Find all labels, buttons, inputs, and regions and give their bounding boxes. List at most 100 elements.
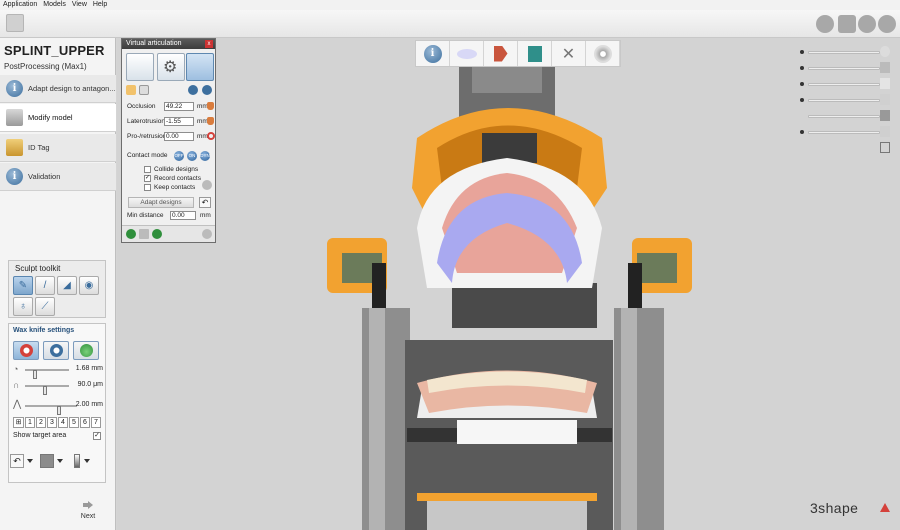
visibility-dot-icon[interactable] <box>800 82 804 86</box>
visibility-dot-icon[interactable] <box>800 130 804 134</box>
view-cube-icon[interactable] <box>838 15 856 33</box>
morph-tool-icon[interactable]: ◉ <box>79 276 99 295</box>
model-view-button[interactable] <box>518 41 552 66</box>
shape-preset-icon[interactable]: ⊞ <box>13 417 24 428</box>
transparency-icon[interactable] <box>74 454 80 468</box>
lock-icon[interactable] <box>126 85 136 95</box>
wax-knife-tool-icon[interactable]: ✎ <box>13 276 33 295</box>
opacity-track[interactable] <box>808 131 880 134</box>
view-rotate-icon[interactable] <box>858 15 876 33</box>
chevron-down-icon[interactable] <box>57 459 63 463</box>
visibility-dot-icon[interactable] <box>800 50 804 54</box>
contact-off-button[interactable]: OFF <box>174 151 184 161</box>
menu-models[interactable]: Models <box>43 0 66 10</box>
opacity-slider-4[interactable] <box>800 94 892 106</box>
chevron-down-icon[interactable] <box>27 459 33 463</box>
adapt-designs-button[interactable]: Adapt designs <box>128 197 194 208</box>
stop-icon[interactable] <box>139 229 149 239</box>
opacity-slider-3[interactable] <box>800 78 892 90</box>
visibility-dot-icon[interactable] <box>800 146 804 150</box>
contact-on-button[interactable]: ON <box>187 151 197 161</box>
settings-small-icon[interactable] <box>202 180 212 190</box>
settings-gear-button[interactable]: ⚙ <box>157 53 185 81</box>
preset-1-button[interactable]: 1 <box>25 417 35 428</box>
size-slider[interactable] <box>25 369 69 379</box>
thickness-slider[interactable] <box>25 385 69 395</box>
menu-application[interactable]: Application <box>3 0 37 10</box>
articulator-view-button[interactable] <box>126 53 154 81</box>
laterotrusion-input[interactable]: -1.55 <box>164 117 194 126</box>
preset-2-button[interactable]: 2 <box>36 417 46 428</box>
opacity-track[interactable] <box>808 83 880 86</box>
step-modify-model[interactable]: Modify model <box>0 104 116 132</box>
close-icon[interactable]: x <box>205 40 213 48</box>
dropper-tool-icon[interactable]: ⟋ <box>35 297 55 316</box>
menu-help[interactable]: Help <box>93 0 107 10</box>
panel-view-button[interactable] <box>186 53 214 81</box>
contact-dyn-button[interactable]: DYN <box>200 151 210 161</box>
add-wax-button[interactable] <box>13 341 39 360</box>
workflow-icon[interactable] <box>6 14 24 32</box>
opacity-slider-5[interactable] <box>800 110 892 122</box>
opacity-track[interactable] <box>808 115 880 118</box>
cut-tool-button[interactable]: ✕ <box>552 41 586 66</box>
disc-tool-button[interactable] <box>586 41 620 66</box>
color-swatch-icon[interactable] <box>40 454 54 468</box>
splint-view-button[interactable] <box>450 41 484 66</box>
occlusion-input[interactable]: 49.22 <box>164 102 194 111</box>
keep-contacts-checkbox[interactable] <box>144 184 151 191</box>
record-contacts-checkbox[interactable]: ✓ <box>144 175 151 182</box>
hand-icon[interactable] <box>207 117 214 125</box>
step-id-tag[interactable]: ID Tag <box>0 134 116 162</box>
step-validation[interactable]: i Validation <box>0 163 116 191</box>
info-tool-button[interactable]: i <box>416 41 450 66</box>
opacity-slider-6[interactable] <box>800 126 892 138</box>
preset-4-button[interactable]: 4 <box>58 417 68 428</box>
undo-icon[interactable]: ↶ <box>199 197 211 208</box>
preset-6-button[interactable]: 6 <box>80 417 90 428</box>
thickness-slider-thumb[interactable] <box>43 386 47 395</box>
preset-5-button[interactable]: 5 <box>69 417 79 428</box>
opacity-track[interactable] <box>808 99 880 102</box>
chevron-down-icon[interactable] <box>84 459 90 463</box>
opacity-track[interactable] <box>808 51 880 54</box>
remove-wax-button[interactable] <box>43 341 69 360</box>
min-distance-input[interactable]: 0.00 <box>170 211 196 220</box>
visibility-dot-icon[interactable] <box>800 98 804 102</box>
unlock-icon[interactable] <box>139 85 149 95</box>
smooth-tool-icon[interactable]: ◢ <box>57 276 77 295</box>
preset-7-button[interactable]: 7 <box>91 417 101 428</box>
hand-icon[interactable] <box>207 102 214 110</box>
reset-icon[interactable] <box>152 229 162 239</box>
opacity-track[interactable] <box>808 67 880 70</box>
opacity-slider-7[interactable] <box>800 142 892 154</box>
view-sphere-icon[interactable] <box>816 15 834 33</box>
arrow-step-button[interactable] <box>484 41 518 66</box>
size-slider-thumb[interactable] <box>33 370 37 379</box>
va-titlebar[interactable]: Virtual articulation x <box>122 39 215 49</box>
opacity-slider-2[interactable] <box>800 62 892 74</box>
step-adapt-design[interactable]: i Adapt design to antagon... <box>0 75 116 103</box>
right-side-icon[interactable] <box>202 85 212 95</box>
collide-designs-checkbox[interactable] <box>144 166 151 173</box>
menu-view[interactable]: View <box>72 0 87 10</box>
brush-tool-icon[interactable]: / <box>35 276 55 295</box>
preset-3-button[interactable]: 3 <box>47 417 57 428</box>
add-remove-tool-icon[interactable]: ♁ <box>13 297 33 316</box>
protrusion-input[interactable]: 0.00 <box>164 132 194 141</box>
depth-slider-thumb[interactable] <box>57 406 61 415</box>
left-side-icon[interactable] <box>188 85 198 95</box>
opacity-slider-1[interactable] <box>800 46 892 58</box>
next-button[interactable]: Next <box>76 501 100 520</box>
play-icon[interactable] <box>126 229 136 239</box>
help-icon[interactable] <box>202 229 212 239</box>
no-entry-icon[interactable] <box>207 132 215 140</box>
depth-slider[interactable] <box>25 405 77 415</box>
view-reset-icon[interactable] <box>878 15 896 33</box>
smooth-wax-button[interactable] <box>73 341 99 360</box>
undo-icon[interactable]: ↶ <box>10 454 24 468</box>
3d-viewport[interactable]: i ✕ <box>117 38 900 530</box>
show-target-checkbox[interactable]: ✓ <box>93 432 101 440</box>
visibility-dot-icon[interactable] <box>800 66 804 70</box>
visibility-dot-icon[interactable] <box>800 114 804 118</box>
